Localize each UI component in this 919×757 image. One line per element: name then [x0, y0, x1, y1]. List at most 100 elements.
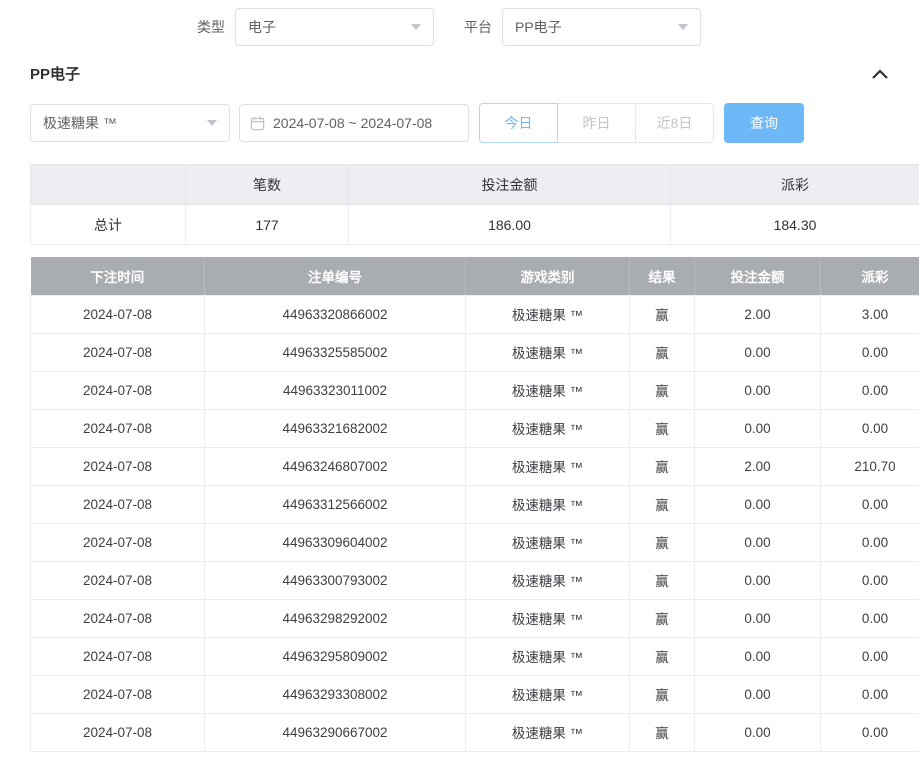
table-cell: 极速糖果 ™ [466, 523, 630, 561]
table-cell: 极速糖果 ™ [466, 295, 630, 333]
table-cell: 0.00 [821, 561, 919, 599]
table-cell: 赢 [630, 523, 695, 561]
table-cell: 2024-07-08 [31, 561, 205, 599]
bet-table-header-row: 下注时间注单编号游戏类别结果投注金额派彩 [31, 257, 919, 295]
type-select[interactable]: 电子 [235, 8, 434, 46]
table-cell: 极速糖果 ™ [466, 409, 630, 447]
table-cell: 0.00 [821, 371, 919, 409]
summary-column-header: 投注金额 [349, 165, 671, 205]
date-range-input[interactable]: 2024-07-08 ~ 2024-07-08 [239, 104, 469, 142]
table-cell: 44963309604002 [205, 523, 466, 561]
table-cell: 0.00 [695, 485, 821, 523]
table-cell: 210.70 [821, 447, 919, 485]
table-cell: 2.00 [695, 447, 821, 485]
platform-select-value: PP电子 [515, 17, 562, 37]
table-cell: 44963246807002 [205, 447, 466, 485]
today-button[interactable]: 今日 [479, 103, 558, 143]
table-cell: 0.00 [821, 333, 919, 371]
table-cell: 2024-07-08 [31, 485, 205, 523]
table-row: 2024-07-0844963312566002极速糖果 ™赢0.000.00 [31, 485, 919, 523]
table-cell: 0.00 [821, 409, 919, 447]
table-cell: 极速糖果 ™ [466, 561, 630, 599]
bet-column-header: 下注时间 [31, 257, 205, 295]
table-cell: 0.00 [821, 637, 919, 675]
table-cell: 44963290667002 [205, 713, 466, 751]
bet-column-header: 结果 [630, 257, 695, 295]
table-cell: 2024-07-08 [31, 295, 205, 333]
table-cell: 赢 [630, 637, 695, 675]
table-cell: 2024-07-08 [31, 675, 205, 713]
table-cell: 44963293308002 [205, 675, 466, 713]
table-cell: 极速糖果 ™ [466, 713, 630, 751]
table-cell: 极速糖果 ™ [466, 447, 630, 485]
quick-range-button-group: 今日昨日近8日 [479, 103, 714, 143]
summary-bet-amount: 186.00 [349, 205, 671, 245]
section-title: PP电子 [30, 63, 80, 84]
table-cell: 赢 [630, 447, 695, 485]
table-cell: 2024-07-08 [31, 371, 205, 409]
table-row: 2024-07-0844963290667002极速糖果 ™赢0.000.00 [31, 713, 919, 751]
type-select-value: 电子 [248, 17, 276, 37]
table-cell: 0.00 [821, 599, 919, 637]
bet-column-header: 投注金额 [695, 257, 821, 295]
table-cell: 2.00 [695, 295, 821, 333]
table-cell: 赢 [630, 485, 695, 523]
table-row: 2024-07-0844963293308002极速糖果 ™赢0.000.00 [31, 675, 919, 713]
table-cell: 0.00 [695, 561, 821, 599]
game-select-value: 极速糖果 ™ [43, 113, 117, 133]
table-cell: 极速糖果 ™ [466, 485, 630, 523]
summary-total-label: 总计 [31, 205, 186, 245]
table-cell: 赢 [630, 371, 695, 409]
table-cell: 赢 [630, 713, 695, 751]
table-cell: 44963300793002 [205, 561, 466, 599]
date-range-value: 2024-07-08 ~ 2024-07-08 [273, 115, 432, 131]
table-cell: 0.00 [695, 637, 821, 675]
table-cell: 2024-07-08 [31, 409, 205, 447]
table-cell: 极速糖果 ™ [466, 637, 630, 675]
table-row: 2024-07-0844963295809002极速糖果 ™赢0.000.00 [31, 637, 919, 675]
table-cell: 赢 [630, 295, 695, 333]
calendar-icon [250, 116, 265, 131]
table-row: 2024-07-0844963325585002极速糖果 ™赢0.000.00 [31, 333, 919, 371]
table-cell: 0.00 [695, 713, 821, 751]
bet-column-header: 游戏类别 [466, 257, 630, 295]
section-header: PP电子 [30, 63, 889, 84]
platform-select[interactable]: PP电子 [502, 8, 701, 46]
bet-column-header: 派彩 [821, 257, 919, 295]
chevron-down-icon [411, 24, 421, 30]
table-cell: 44963298292002 [205, 599, 466, 637]
chevron-down-icon [207, 120, 217, 126]
table-row: 2024-07-0844963321682002极速糖果 ™赢0.000.00 [31, 409, 919, 447]
chevron-down-icon [678, 24, 688, 30]
table-cell: 极速糖果 ™ [466, 675, 630, 713]
table-row: 2024-07-0844963323011002极速糖果 ™赢0.000.00 [31, 371, 919, 409]
table-cell: 0.00 [695, 409, 821, 447]
table-cell: 极速糖果 ™ [466, 371, 630, 409]
table-cell: 0.00 [821, 675, 919, 713]
table-cell: 44963321682002 [205, 409, 466, 447]
table-row: 2024-07-0844963309604002极速糖果 ™赢0.000.00 [31, 523, 919, 561]
summary-count: 177 [186, 205, 349, 245]
summary-payout: 184.30 [671, 205, 919, 245]
table-cell: 0.00 [695, 675, 821, 713]
yesterday-button[interactable]: 昨日 [557, 103, 636, 143]
table-cell: 0.00 [821, 713, 919, 751]
summary-header-row: 笔数投注金额派彩 [31, 165, 919, 205]
chevron-up-icon[interactable] [871, 68, 889, 80]
table-cell: 极速糖果 ™ [466, 599, 630, 637]
last-8-days-button[interactable]: 近8日 [635, 103, 714, 143]
game-select[interactable]: 极速糖果 ™ [30, 104, 230, 142]
table-cell: 44963325585002 [205, 333, 466, 371]
table-cell: 3.00 [821, 295, 919, 333]
query-button[interactable]: 查询 [724, 103, 804, 143]
controls-row: 极速糖果 ™ 2024-07-08 ~ 2024-07-08 今日昨日近8日 查… [30, 103, 889, 143]
table-row: 2024-07-0844963300793002极速糖果 ™赢0.000.00 [31, 561, 919, 599]
table-cell: 0.00 [695, 371, 821, 409]
table-cell: 2024-07-08 [31, 523, 205, 561]
table-cell: 0.00 [821, 485, 919, 523]
table-cell: 0.00 [695, 599, 821, 637]
table-cell: 2024-07-08 [31, 637, 205, 675]
table-cell: 44963295809002 [205, 637, 466, 675]
summary-column-header: 笔数 [186, 165, 349, 205]
summary-column-header: 派彩 [671, 165, 919, 205]
